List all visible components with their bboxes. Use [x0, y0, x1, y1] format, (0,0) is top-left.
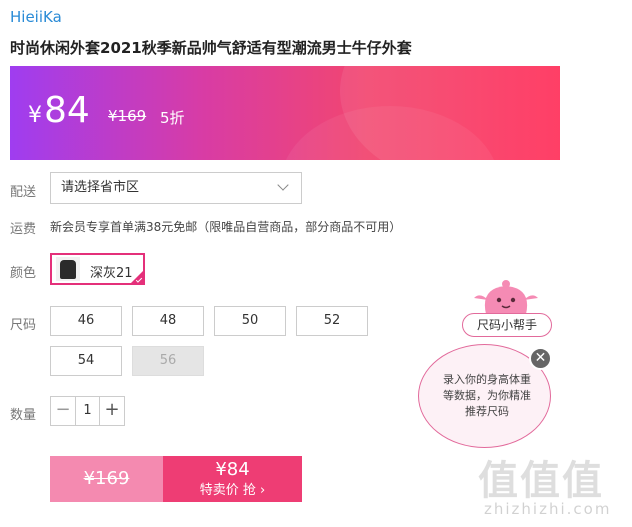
size-option-50[interactable]: 50	[214, 306, 286, 336]
shipping-label: 运费	[10, 222, 37, 237]
region-select[interactable]: 请选择省市区	[50, 172, 302, 204]
watermark-url: zhizhizhi.com	[484, 500, 612, 518]
buy-now-button[interactable]: ¥84 特卖价 抢 ›	[163, 456, 302, 502]
delivery-label: 配送	[10, 185, 37, 200]
size-option-46[interactable]: 46	[50, 306, 122, 336]
buy-now-label: 特卖价 抢 ›	[199, 483, 266, 498]
product-thumbnail	[56, 257, 80, 281]
current-price-value: 84	[44, 90, 90, 131]
quantity-stepper: − 1 +	[50, 396, 125, 426]
buy-original-price: ¥169	[50, 456, 163, 502]
quantity-input[interactable]: 1	[75, 397, 100, 425]
color-option-selected[interactable]: 深灰21	[50, 253, 145, 285]
currency-symbol: ¥	[28, 103, 42, 128]
mascot-icon	[474, 280, 538, 314]
quantity-decrease-button[interactable]: −	[51, 397, 75, 425]
current-price: ¥ 84	[28, 90, 90, 131]
size-option-52[interactable]: 52	[296, 306, 368, 336]
close-icon[interactable]: ✕	[529, 347, 552, 370]
product-title: 时尚休闲外套2021秋季新品帅气舒适有型潮流男士牛仔外套	[10, 39, 412, 57]
discount-badge: 5折	[160, 109, 185, 127]
watermark-logo: 值值值	[478, 458, 604, 504]
size-option-54[interactable]: 54	[50, 346, 122, 376]
buy-now-price: ¥84	[215, 459, 250, 480]
color-option-label: 深灰21	[90, 266, 133, 281]
shipping-info: 新会员专享首单满38元免邮（限唯品自营商品，部分商品不可用）	[50, 220, 402, 234]
size-label: 尺码	[10, 318, 37, 333]
color-label: 颜色	[10, 266, 37, 281]
region-select-placeholder: 请选择省市区	[61, 180, 140, 195]
size-option-48[interactable]: 48	[132, 306, 204, 336]
brand-link[interactable]: HieiiKa	[10, 8, 62, 26]
original-price: ¥169	[108, 107, 147, 125]
quantity-label: 数量	[10, 408, 37, 423]
quantity-increase-button[interactable]: +	[100, 397, 124, 425]
size-helper-button[interactable]: 尺码小帮手	[462, 313, 552, 337]
size-helper-message: 录入你的身高体重等数据，为你精准推荐尺码	[443, 373, 531, 418]
price-banner: ¥ 84 ¥169 5折	[10, 66, 560, 160]
size-option-56-disabled: 56	[132, 346, 204, 376]
chevron-down-icon	[277, 179, 289, 191]
